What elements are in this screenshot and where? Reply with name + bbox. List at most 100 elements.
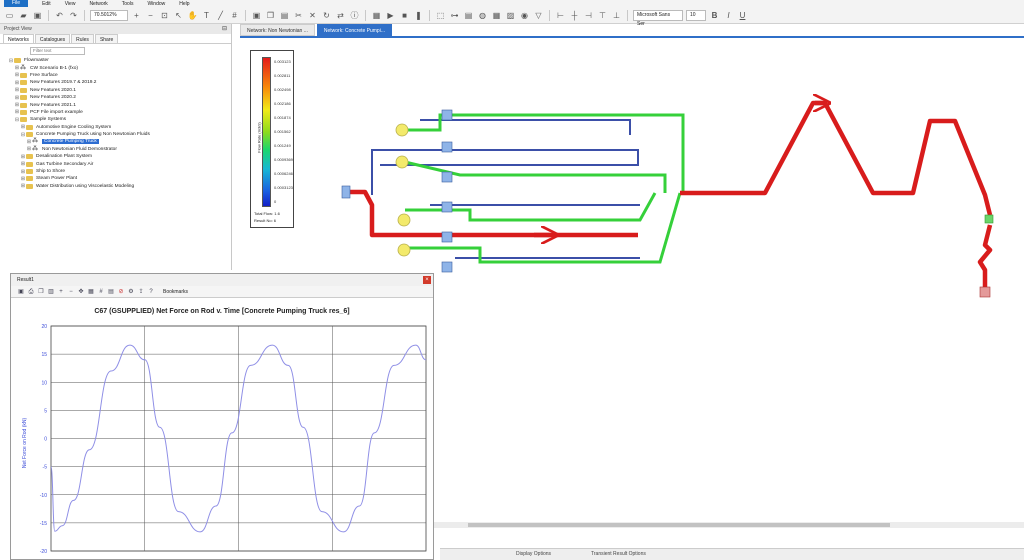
delete-icon[interactable]: ✕: [307, 10, 318, 21]
filter-input[interactable]: Filter text: [30, 47, 85, 55]
rotate-icon[interactable]: ↻: [321, 10, 332, 21]
grid-icon[interactable]: #: [229, 10, 240, 21]
tree-item[interactable]: ⊞ Free Surface: [0, 72, 231, 79]
tree-item[interactable]: ⊞ Automotive Engine Cooling System: [0, 124, 231, 131]
tree-item[interactable]: ⊞ ⁂ Non Newtonian Fluid Demonstrator: [0, 146, 231, 153]
menu-view[interactable]: View: [65, 1, 76, 7]
zoom-field[interactable]: 70.5012%: [90, 9, 128, 21]
tab-share[interactable]: Share: [94, 34, 119, 43]
tab-network-concrete-pumping[interactable]: Network: Concrete Pumpi...: [316, 24, 392, 36]
zoom-in-icon[interactable]: +: [57, 288, 65, 296]
tree-item[interactable]: ⊞ Water Distribution using Viscoelastic M…: [0, 183, 231, 190]
tab-rules[interactable]: Rules: [71, 34, 94, 43]
copy-icon[interactable]: ❐: [37, 288, 45, 296]
print-icon[interactable]: ⎙: [27, 288, 35, 296]
select-icon[interactable]: ⬚: [435, 10, 446, 21]
table-icon[interactable]: ▦: [87, 288, 95, 296]
line-icon[interactable]: ╱: [215, 10, 226, 21]
align-center-icon[interactable]: ┼: [569, 10, 580, 21]
tree-item[interactable]: ⊞ Ship to Shore: [0, 168, 231, 175]
redo-icon[interactable]: ↷: [68, 10, 79, 21]
pan-icon[interactable]: ✥: [77, 288, 85, 296]
font-size-field[interactable]: 10: [686, 9, 706, 21]
tree-item[interactable]: ⊟ Flowmaster: [0, 57, 231, 64]
align-bottom-icon[interactable]: ⊥: [611, 10, 622, 21]
tree-item[interactable]: ⊞ Desalination Plant System: [0, 153, 231, 160]
stop-icon[interactable]: ■: [399, 10, 410, 21]
menu-help[interactable]: Help: [179, 1, 189, 7]
menu-edit[interactable]: Edit: [42, 1, 51, 7]
run-icon[interactable]: ▶: [385, 10, 396, 21]
open-icon[interactable]: ▰: [18, 10, 29, 21]
menu-bar: File Edit View Network Tools Window Help: [0, 0, 1024, 7]
report-icon[interactable]: ▤: [463, 10, 474, 21]
settings-icon[interactable]: ⚙: [127, 288, 135, 296]
zoom-in-icon[interactable]: +: [131, 10, 142, 21]
menu-window[interactable]: Window: [147, 1, 165, 7]
analysis-icon[interactable]: ▦: [371, 10, 382, 21]
help-icon[interactable]: ?: [147, 288, 155, 296]
undo-icon[interactable]: ↶: [54, 10, 65, 21]
tab-transient-result-options[interactable]: Transient Result Options: [591, 549, 646, 560]
menu-tools[interactable]: Tools: [122, 1, 134, 7]
tree-item[interactable]: ⊞ PCF File import example: [0, 109, 231, 116]
align-right-icon[interactable]: ⊣: [583, 10, 594, 21]
italic-icon[interactable]: I: [723, 10, 734, 21]
pointer-icon[interactable]: ↖: [173, 10, 184, 21]
tree-item[interactable]: ⊞ New Features 2020.1: [0, 87, 231, 94]
filter-icon[interactable]: ▽: [533, 10, 544, 21]
text-icon[interactable]: T: [201, 10, 212, 21]
tree-item[interactable]: ⊞ ⁂ Concrete Pumping Truck: [0, 138, 231, 145]
save-icon[interactable]: ▣: [32, 10, 43, 21]
tab-networks[interactable]: Networks: [3, 34, 34, 43]
new-icon[interactable]: ▭: [4, 10, 15, 21]
bold-icon[interactable]: B: [709, 10, 720, 21]
table-icon[interactable]: ▦: [491, 10, 502, 21]
network-icon: ⁂: [32, 138, 38, 145]
tree-item-label: Concrete Pumping Truck using Non Newtoni…: [36, 132, 150, 138]
tree-item[interactable]: ⊟ Sample Systems: [0, 116, 231, 123]
tree-item[interactable]: ⊞ Gas Turbine Secondary Air: [0, 160, 231, 167]
tab-catalogues[interactable]: Catalogues: [34, 34, 71, 43]
info-icon[interactable]: ⓘ: [349, 10, 360, 21]
tree-item[interactable]: ⊞ New Features 2021.1: [0, 101, 231, 108]
export-icon[interactable]: ⇪: [137, 288, 145, 296]
project-view-title-text: Project View: [4, 26, 32, 32]
tree-item[interactable]: ⊞ Steam Power Plant: [0, 175, 231, 182]
globe-icon[interactable]: ◍: [477, 10, 488, 21]
fit-icon[interactable]: ⊡: [159, 10, 170, 21]
zoom-out-icon[interactable]: −: [145, 10, 156, 21]
tab-network-non-newtonian[interactable]: Network: Non Newtonian ...: [240, 24, 315, 36]
tree-item[interactable]: ⊞ ⁂ CW Scenario B-1 (fxo): [0, 64, 231, 72]
menu-network[interactable]: Network: [89, 1, 107, 7]
chart-icon[interactable]: ▥: [47, 288, 55, 296]
align-top-icon[interactable]: ⊤: [597, 10, 608, 21]
menu-file[interactable]: File: [4, 0, 29, 7]
flip-icon[interactable]: ⇄: [335, 10, 346, 21]
pause-icon[interactable]: ❚: [413, 10, 424, 21]
camera-icon[interactable]: ◉: [519, 10, 530, 21]
paste-icon[interactable]: ▤: [279, 10, 290, 21]
hand-icon[interactable]: ✋: [187, 10, 198, 21]
save-icon[interactable]: ▣: [17, 288, 25, 296]
legend-icon[interactable]: ▤: [107, 288, 115, 296]
close-icon[interactable]: ×: [423, 276, 431, 284]
font-name-field[interactable]: Microsoft Sans Ser: [633, 9, 683, 27]
tree-item[interactable]: ⊟ Concrete Pumping Truck using Non Newton…: [0, 131, 231, 138]
tab-display-options[interactable]: Display Options: [516, 549, 551, 560]
align-left-icon[interactable]: ⊢: [555, 10, 566, 21]
save-alt-icon[interactable]: ▣: [251, 10, 262, 21]
bookmarks-button[interactable]: Bookmarks: [163, 289, 188, 295]
underline-icon[interactable]: U: [737, 10, 748, 21]
pin-icon[interactable]: ⊟: [222, 24, 227, 34]
stop-icon[interactable]: ⊘: [117, 288, 125, 296]
graph-icon[interactable]: ▨: [505, 10, 516, 21]
connect-icon[interactable]: ⊶: [449, 10, 460, 21]
tree-item[interactable]: ⊞ New Features 2020.2: [0, 94, 231, 101]
scrollbar-thumb[interactable]: [468, 523, 890, 527]
zoom-out-icon[interactable]: −: [67, 288, 75, 296]
copy-icon[interactable]: ❐: [265, 10, 276, 21]
grid-icon[interactable]: #: [97, 288, 105, 296]
tree-item[interactable]: ⊞ New Features 2019.7 & 2019.2: [0, 79, 231, 86]
cut-icon[interactable]: ✂: [293, 10, 304, 21]
